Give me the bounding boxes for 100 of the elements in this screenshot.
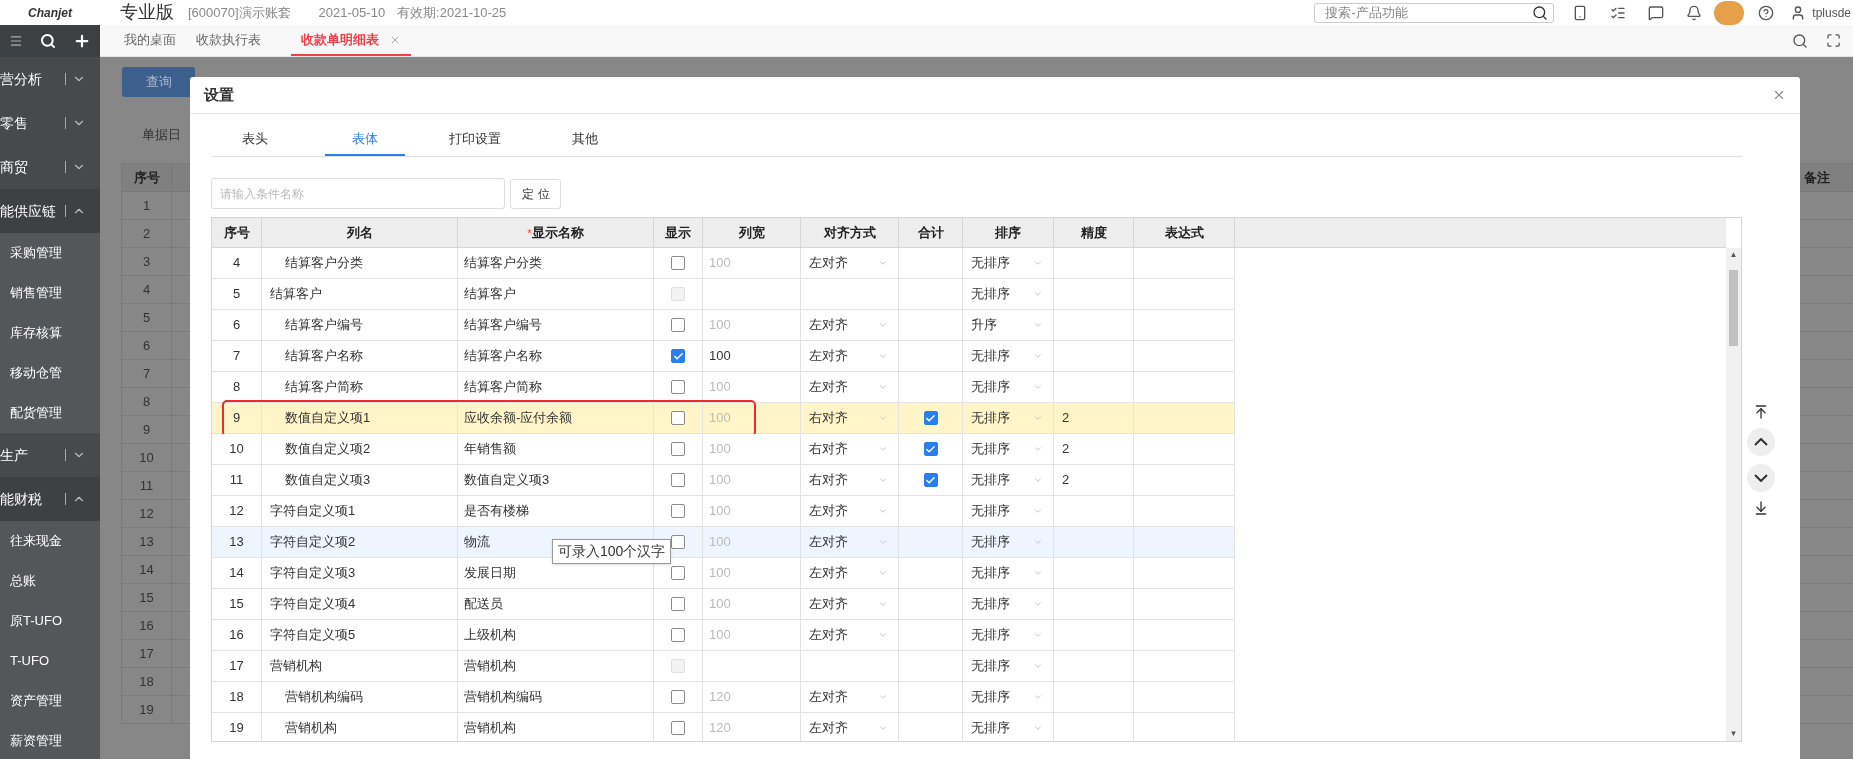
checkbox[interactable] [671, 628, 685, 642]
sidebar-item[interactable]: 采购管理 [0, 233, 100, 273]
sort-select[interactable]: 无排序 [963, 346, 1053, 366]
condition-search-field[interactable]: 请输入条件名称 [211, 178, 505, 209]
checkbox[interactable] [671, 721, 685, 735]
align-select[interactable]: 左对齐 [801, 625, 898, 645]
sidebar-item[interactable]: 薪资管理 [0, 721, 100, 759]
close-icon[interactable] [1772, 88, 1786, 102]
sort-select[interactable]: 无排序 [963, 501, 1053, 521]
scroll-up-button[interactable] [1746, 427, 1775, 456]
table-row[interactable]: 8 结算客户简称 结算客户简称 100 左对齐 无排序 [212, 372, 1234, 403]
table-row[interactable]: 7 结算客户名称 结算客户名称 100 左对齐 无排序 [212, 341, 1234, 372]
align-select[interactable]: 左对齐 [801, 563, 898, 583]
align-select[interactable]: 左对齐 [801, 718, 898, 738]
sidebar-section[interactable]: 能供应链 [0, 189, 100, 233]
dialog-tab[interactable]: 表头 [215, 124, 295, 156]
page-tab[interactable]: 收款执行表 [186, 25, 271, 56]
sidebar-item[interactable]: 原T-UFO [0, 601, 100, 641]
sort-select[interactable]: 无排序 [963, 439, 1053, 459]
checkbox[interactable] [923, 442, 938, 456]
table-row[interactable]: 15 字符自定义项4 配送员 100 左对齐 无排序 [212, 589, 1234, 620]
checkbox[interactable] [671, 256, 685, 270]
sort-select[interactable]: 无排序 [963, 594, 1053, 614]
scroll-down-button[interactable] [1746, 463, 1775, 492]
scroll-thumb[interactable] [1729, 270, 1738, 346]
dialog-tab[interactable]: 打印设置 [435, 124, 515, 156]
align-select[interactable]: 左对齐 [801, 346, 898, 366]
align-select[interactable]: 左对齐 [801, 377, 898, 397]
sidebar-item[interactable]: 配货管理 [0, 393, 100, 433]
sidebar-section[interactable]: 生产 [0, 433, 100, 477]
sort-select[interactable]: 升序 [963, 315, 1053, 335]
table-row[interactable]: 4 结算客户分类 结算客户分类 100 左对齐 无排序 [212, 248, 1234, 279]
message-icon[interactable] [1648, 4, 1665, 21]
sort-select[interactable]: 无排序 [963, 408, 1053, 428]
sort-select[interactable]: 无排序 [963, 656, 1053, 676]
user-name[interactable]: tplusde [1812, 3, 1851, 22]
checkbox[interactable] [671, 318, 685, 332]
sort-select[interactable]: 无排序 [963, 284, 1053, 304]
sort-select[interactable]: 无排序 [963, 470, 1053, 490]
align-select[interactable]: 左对齐 [801, 315, 898, 335]
sidebar-item[interactable]: 资产管理 [0, 681, 100, 721]
sidebar-item[interactable]: 往来现金 [0, 521, 100, 561]
bell-icon[interactable] [1686, 4, 1703, 21]
menu-icon[interactable] [8, 34, 23, 48]
table-row[interactable]: 14 字符自定义项3 发展日期 100 左对齐 无排序 [212, 558, 1234, 589]
checkbox[interactable] [923, 411, 938, 425]
checkbox[interactable] [671, 690, 685, 704]
align-select[interactable]: 右对齐 [801, 439, 898, 459]
table-row[interactable]: 18 营销机构编码 营销机构编码 120 左对齐 无排序 [212, 682, 1234, 713]
checkbox[interactable] [671, 566, 685, 580]
sidebar-item[interactable]: 销售管理 [0, 273, 100, 313]
help-icon[interactable] [1758, 4, 1775, 21]
sidebar-item[interactable]: 库存核算 [0, 313, 100, 353]
search-icon[interactable] [1532, 4, 1549, 21]
sort-select[interactable]: 无排序 [963, 253, 1053, 273]
sidebar-item[interactable]: 总账 [0, 561, 100, 601]
locate-button[interactable]: 定位 [510, 178, 561, 209]
search-icon[interactable] [40, 33, 56, 49]
checkbox[interactable] [671, 597, 685, 611]
checkbox[interactable] [671, 504, 685, 518]
sidebar-section[interactable]: 零售 [0, 101, 100, 145]
scroll-up-arrow[interactable]: ▲ [1729, 250, 1738, 260]
table-row[interactable]: 16 字符自定义项5 上级机构 100 左对齐 无排序 [212, 620, 1234, 651]
checkbox[interactable] [671, 473, 685, 487]
sidebar-section[interactable]: 营分析 [0, 57, 100, 101]
sort-select[interactable]: 无排序 [963, 563, 1053, 583]
table-row[interactable]: 12 字符自定义项1 是否有楼梯 100 左对齐 无排序 [212, 496, 1234, 527]
align-select[interactable]: 右对齐 [801, 408, 898, 428]
align-select[interactable]: 右对齐 [801, 470, 898, 490]
sidebar-section[interactable]: 能财税 [0, 477, 100, 521]
page-tab[interactable]: 我的桌面 [114, 25, 186, 56]
align-select[interactable]: 左对齐 [801, 687, 898, 707]
align-select[interactable]: 左对齐 [801, 532, 898, 552]
avatar-icon[interactable] [1714, 0, 1745, 25]
sidebar-item[interactable]: T-UFO [0, 641, 100, 681]
scroll-down-arrow[interactable]: ▼ [1729, 729, 1738, 739]
sort-select[interactable]: 无排序 [963, 377, 1053, 397]
checkbox[interactable] [671, 380, 685, 394]
align-select[interactable]: 左对齐 [801, 253, 898, 273]
checkbox[interactable] [671, 535, 685, 549]
search-field[interactable]: 搜索-产品功能 [1314, 2, 1555, 23]
sort-select[interactable]: 无排序 [963, 532, 1053, 552]
align-select[interactable]: 左对齐 [801, 501, 898, 521]
checkbox[interactable] [671, 442, 685, 456]
table-row[interactable]: 11 数值自定义项3 数值自定义项3 100 右对齐 无排序 2 [212, 465, 1234, 496]
search-icon[interactable] [1792, 32, 1808, 49]
dialog-tab[interactable]: 表体 [325, 124, 405, 156]
sidebar-item[interactable]: 移动仓管 [0, 353, 100, 393]
checkbox[interactable] [671, 411, 685, 425]
align-select[interactable]: 左对齐 [801, 594, 898, 614]
sort-select[interactable]: 无排序 [963, 625, 1053, 645]
table-row[interactable]: 17 营销机构 营销机构 无排序 [212, 651, 1234, 682]
dialog-tab[interactable]: 其他 [545, 124, 625, 156]
fullscreen-icon[interactable] [1826, 33, 1841, 48]
table-row[interactable]: 9 数值自定义项1 应收余额-应付余额 100 右对齐 无排序 2 [212, 403, 1234, 434]
table-row[interactable]: 10 数值自定义项2 年销售额 100 右对齐 无排序 2 [212, 434, 1234, 465]
table-row[interactable]: 5 结算客户 结算客户 无排序 [212, 279, 1234, 310]
checkbox[interactable] [923, 473, 938, 487]
sort-select[interactable]: 无排序 [963, 718, 1053, 738]
scrollbar[interactable]: ▲ ▼ [1726, 248, 1741, 741]
